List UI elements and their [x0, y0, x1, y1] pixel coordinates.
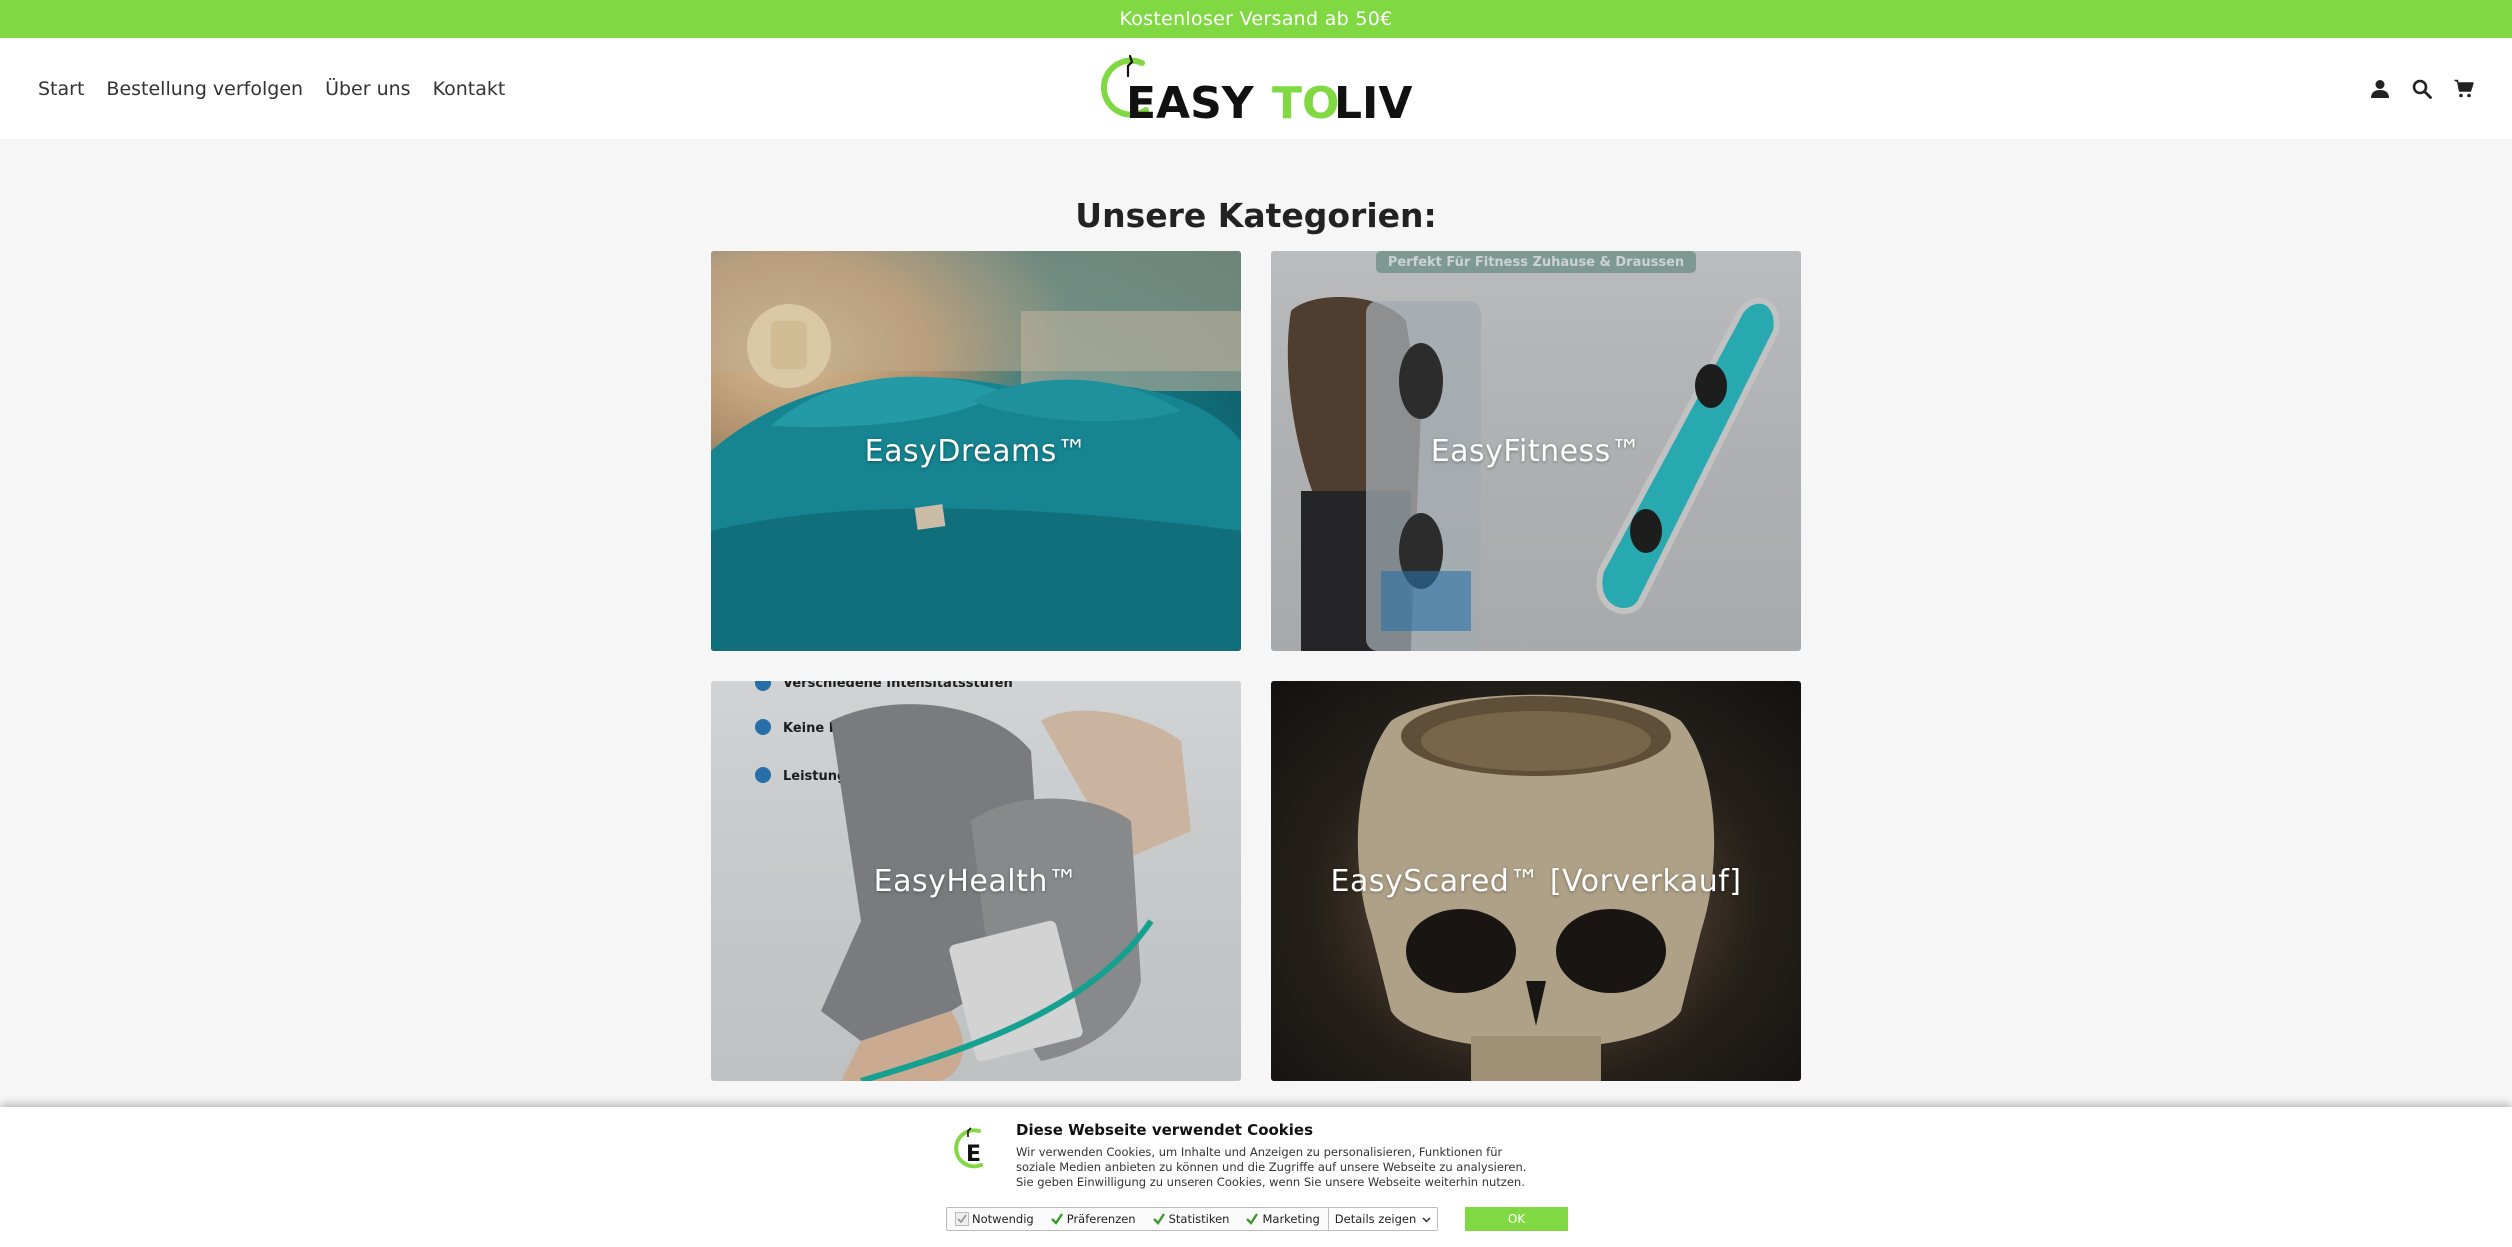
chevron-down-icon — [1422, 1216, 1431, 1223]
consent-label: Präferenzen — [1066, 1212, 1136, 1226]
logo-text-live: LIVE — [1334, 78, 1416, 124]
category-card-easyscared[interactable]: EasyScared™ [Vorverkauf] — [1271, 681, 1801, 1081]
cookie-banner: E Diese Webseite verwendet Cookies Wir v… — [0, 1107, 2512, 1247]
consent-necessary[interactable]: Notwendig — [947, 1208, 1042, 1230]
details-dropdown[interactable]: Details zeigen — [1327, 1208, 1438, 1230]
categories-heading: Unsere Kategorien: — [1075, 196, 1437, 235]
main-nav: Start Bestellung verfolgen Über uns Kont… — [38, 38, 505, 139]
search-icon[interactable] — [2412, 79, 2432, 99]
consent-label: Notwendig — [972, 1212, 1034, 1226]
checkbox-checked-icon — [1050, 1213, 1063, 1225]
announcement-text: Kostenloser Versand ab 50€ — [1119, 8, 1393, 30]
nav-start[interactable]: Start — [38, 78, 84, 100]
logo-text-easy: EASY — [1126, 78, 1255, 124]
category-card-easydreams[interactable]: EasyDreams™ — [711, 251, 1241, 651]
category-label: EasyScared™ [Vorverkauf] — [1330, 863, 1742, 899]
header-icons — [2370, 38, 2474, 139]
consent-label: Marketing — [1262, 1212, 1320, 1226]
account-icon[interactable] — [2370, 79, 2390, 99]
checkbox-checked-icon — [1152, 1213, 1165, 1225]
category-label: EasyFitness™ — [1430, 433, 1642, 469]
cookie-consent-options: Notwendig Präferenzen Statistiken Market… — [946, 1207, 1439, 1231]
announcement-bar: Kostenloser Versand ab 50€ — [0, 0, 2512, 38]
cookie-logo-icon: E — [954, 1127, 983, 1169]
cookie-description: Wir verwenden Cookies, um Inhalte und An… — [1016, 1145, 1527, 1189]
category-label: EasyDreams™ — [864, 433, 1088, 469]
consent-marketing[interactable]: Marketing — [1237, 1208, 1327, 1230]
nav-contact[interactable]: Kontakt — [433, 78, 506, 100]
svg-text:E: E — [966, 1142, 981, 1167]
category-card-easyfitness[interactable]: Perfekt Für Fitness Zuhause & Draussen E… — [1271, 251, 1801, 651]
checkbox-checked-icon — [1246, 1213, 1259, 1225]
details-label: Details zeigen — [1334, 1212, 1417, 1226]
consent-label: Statistiken — [1168, 1212, 1230, 1226]
category-card-easyhealth[interactable]: Verschiedene Intensitätsstufen Keine Kab… — [711, 681, 1241, 1081]
checkbox-checked-disabled-icon — [955, 1212, 969, 1226]
cookie-ok-button[interactable]: OK — [1465, 1207, 1568, 1231]
easytolive-logo[interactable]: EASY TO LIVE — [1098, 54, 1416, 124]
cart-icon[interactable] — [2454, 79, 2474, 99]
nav-order-tracking[interactable]: Bestellung verfolgen — [106, 78, 303, 100]
cookie-title: Diese Webseite verwendet Cookies — [1016, 1121, 1314, 1139]
consent-statistics[interactable]: Statistiken — [1144, 1208, 1238, 1230]
site-header: Start Bestellung verfolgen Über uns Kont… — [0, 38, 2512, 139]
consent-preferences[interactable]: Präferenzen — [1042, 1208, 1144, 1230]
nav-about[interactable]: Über uns — [325, 78, 411, 100]
logo-text-to: TO — [1272, 78, 1339, 124]
category-label: EasyHealth™ — [873, 863, 1079, 899]
